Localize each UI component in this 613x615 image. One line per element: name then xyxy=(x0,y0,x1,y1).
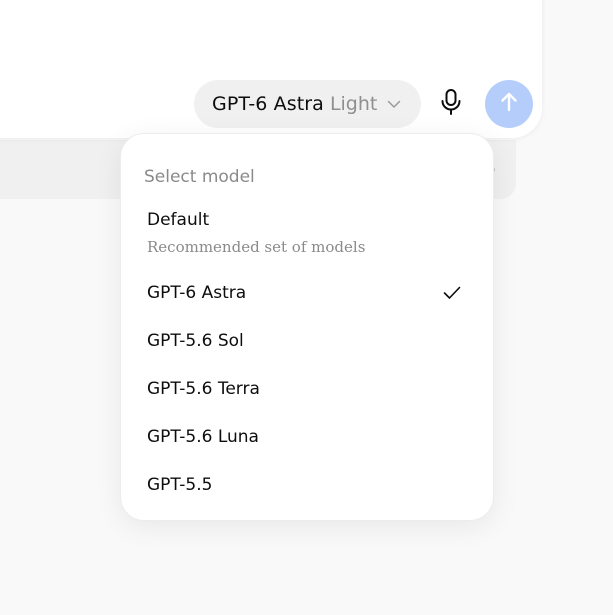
voice-input-button[interactable] xyxy=(434,86,468,122)
selected-model-name: GPT-6 Astra xyxy=(212,93,324,115)
model-selector-button[interactable]: GPT-6 Astra Light xyxy=(194,80,421,128)
menu-item-label: GPT-5.5 xyxy=(147,475,213,495)
microphone-icon xyxy=(440,88,462,120)
model-select-menu: Select model Default Recommended set of … xyxy=(120,133,494,521)
menu-item-gpt-6-astra[interactable]: GPT-6 Astra xyxy=(129,271,485,315)
menu-item-label: GPT-5.6 Sol xyxy=(147,331,244,351)
menu-item-gpt-5-6-luna[interactable]: GPT-5.6 Luna xyxy=(129,415,485,459)
chevron-down-icon xyxy=(387,100,401,109)
menu-item-gpt-5-6-terra[interactable]: GPT-5.6 Terra xyxy=(129,367,485,411)
menu-item-gpt-5-5[interactable]: GPT-5.5 xyxy=(129,463,485,507)
send-button[interactable] xyxy=(485,80,533,128)
menu-title: Select model xyxy=(144,167,255,187)
check-icon xyxy=(443,285,461,304)
menu-item-description: Recommended set of models xyxy=(147,238,366,256)
menu-item-label: GPT-6 Astra xyxy=(147,283,247,303)
menu-item-label: GPT-5.6 Terra xyxy=(147,379,260,399)
menu-item-label: Default xyxy=(147,210,210,230)
menu-item-gpt-5-6-sol[interactable]: GPT-5.6 Sol xyxy=(129,319,485,363)
menu-item-label: GPT-5.6 Luna xyxy=(147,427,259,447)
arrow-up-icon xyxy=(499,91,519,117)
selected-model-variant: Light xyxy=(329,93,378,115)
